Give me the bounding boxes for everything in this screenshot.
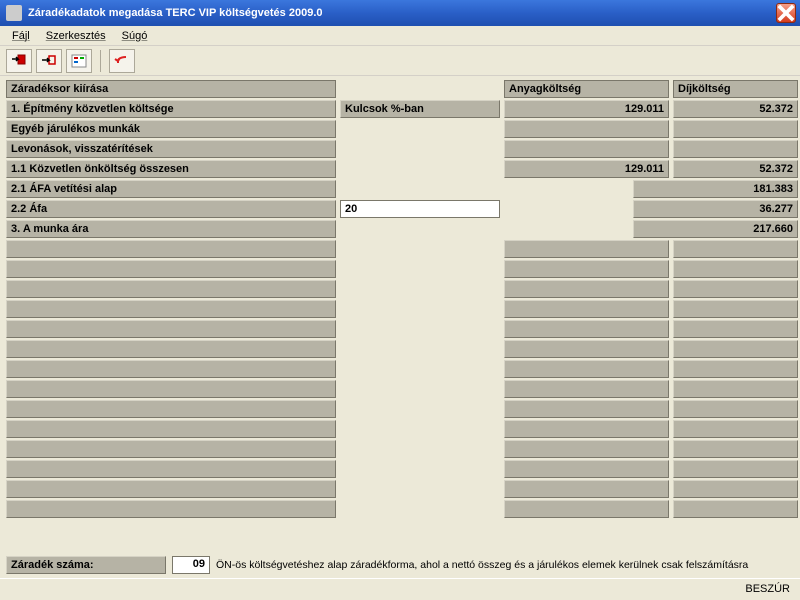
afa-percent-input[interactable]: 20 bbox=[340, 200, 500, 218]
row-label: 3. A munka ára bbox=[6, 220, 336, 238]
empty-c4 bbox=[673, 360, 798, 378]
empty-label bbox=[6, 260, 336, 278]
empty-c3 bbox=[504, 260, 669, 278]
header-col3: Anyagköltség bbox=[504, 80, 669, 98]
empty-c3 bbox=[504, 280, 669, 298]
footer-description: ÖN-ös költségvetéshez alap záradékforma,… bbox=[216, 559, 794, 571]
empty-label bbox=[6, 380, 336, 398]
footer-number[interactable]: 09 bbox=[172, 556, 210, 574]
options-icon bbox=[71, 53, 87, 69]
empty-label bbox=[6, 500, 336, 518]
row-sum: 217.660 bbox=[633, 220, 798, 238]
empty-c4 bbox=[673, 460, 798, 478]
empty-label bbox=[6, 280, 336, 298]
close-button[interactable] bbox=[776, 3, 796, 23]
toolbar bbox=[0, 46, 800, 76]
header-col4: Díjköltség bbox=[673, 80, 798, 98]
row-c4: 52.372 bbox=[673, 160, 798, 178]
menu-edit[interactable]: Szerkesztés bbox=[38, 28, 114, 44]
empty-label bbox=[6, 440, 336, 458]
back-arrow-icon bbox=[114, 53, 130, 69]
empty-c4 bbox=[673, 300, 798, 318]
row-mid: Kulcsok %-ban bbox=[340, 100, 500, 118]
empty-c3 bbox=[504, 400, 669, 418]
empty-label bbox=[6, 420, 336, 438]
row-label: Levonások, visszatérítések bbox=[6, 140, 336, 158]
empty-c3 bbox=[504, 320, 669, 338]
row-c3: 129.011 bbox=[504, 160, 669, 178]
empty-c4 bbox=[673, 440, 798, 458]
footer-label: Záradék száma: bbox=[6, 556, 166, 574]
close-icon bbox=[777, 4, 795, 22]
empty-label bbox=[6, 340, 336, 358]
import-stop-button[interactable] bbox=[6, 49, 32, 73]
empty-c4 bbox=[673, 340, 798, 358]
menubar: Fájl Szerkesztés Súgó bbox=[0, 26, 800, 46]
row-sum: 36.277 bbox=[633, 200, 798, 218]
empty-c4 bbox=[673, 420, 798, 438]
empty-c3 bbox=[504, 500, 669, 518]
empty-c3 bbox=[504, 480, 669, 498]
row-label: 1.1 Közvetlen önköltség összesen bbox=[6, 160, 336, 178]
menu-file[interactable]: Fájl bbox=[4, 28, 38, 44]
options-button[interactable] bbox=[66, 49, 92, 73]
empty-label bbox=[6, 400, 336, 418]
row-c4 bbox=[673, 120, 798, 138]
row-c4 bbox=[673, 140, 798, 158]
content-area: Záradéksor kiírása Anyagköltség Díjkölts… bbox=[0, 76, 800, 578]
empty-c3 bbox=[504, 460, 669, 478]
empty-label bbox=[6, 460, 336, 478]
row-c3 bbox=[504, 140, 669, 158]
back-button[interactable] bbox=[109, 49, 135, 73]
row-label: 2.1 ÁFA vetítési alap bbox=[6, 180, 336, 198]
empty-c4 bbox=[673, 500, 798, 518]
toolbar-separator bbox=[100, 50, 101, 72]
import-icon bbox=[41, 53, 57, 69]
status-mode: BESZÚR bbox=[745, 583, 790, 595]
empty-c4 bbox=[673, 260, 798, 278]
statusbar: BESZÚR bbox=[0, 578, 800, 598]
row-c3 bbox=[504, 120, 669, 138]
row-c3: 129.011 bbox=[504, 100, 669, 118]
empty-c4 bbox=[673, 400, 798, 418]
empty-c4 bbox=[673, 240, 798, 258]
import-stop-icon bbox=[11, 53, 27, 69]
empty-c3 bbox=[504, 440, 669, 458]
row-label: Egyéb járulékos munkák bbox=[6, 120, 336, 138]
empty-c3 bbox=[504, 240, 669, 258]
menu-help[interactable]: Súgó bbox=[114, 28, 156, 44]
header-col2-spacer bbox=[340, 80, 500, 98]
empty-c4 bbox=[673, 320, 798, 338]
empty-c4 bbox=[673, 480, 798, 498]
empty-c3 bbox=[504, 340, 669, 358]
empty-label bbox=[6, 360, 336, 378]
titlebar: Záradékadatok megadása TERC VIP költségv… bbox=[0, 0, 800, 26]
empty-c3 bbox=[504, 420, 669, 438]
empty-c4 bbox=[673, 380, 798, 398]
row-label: 2.2 Áfa bbox=[6, 200, 336, 218]
empty-label bbox=[6, 300, 336, 318]
row-c4: 52.372 bbox=[673, 100, 798, 118]
empty-c3 bbox=[504, 360, 669, 378]
empty-label bbox=[6, 240, 336, 258]
footer-row: Záradék száma: 09 ÖN-ös költségvetéshez … bbox=[6, 556, 794, 574]
window-title: Záradékadatok megadása TERC VIP költségv… bbox=[28, 7, 776, 19]
row-label: 1. Építmény közvetlen költsége bbox=[6, 100, 336, 118]
empty-c4 bbox=[673, 280, 798, 298]
header-col1: Záradéksor kiírása bbox=[6, 80, 336, 98]
import-button[interactable] bbox=[36, 49, 62, 73]
row-sum: 181.383 bbox=[633, 180, 798, 198]
empty-label bbox=[6, 480, 336, 498]
empty-c3 bbox=[504, 300, 669, 318]
empty-c3 bbox=[504, 380, 669, 398]
empty-label bbox=[6, 320, 336, 338]
app-icon bbox=[6, 5, 22, 21]
